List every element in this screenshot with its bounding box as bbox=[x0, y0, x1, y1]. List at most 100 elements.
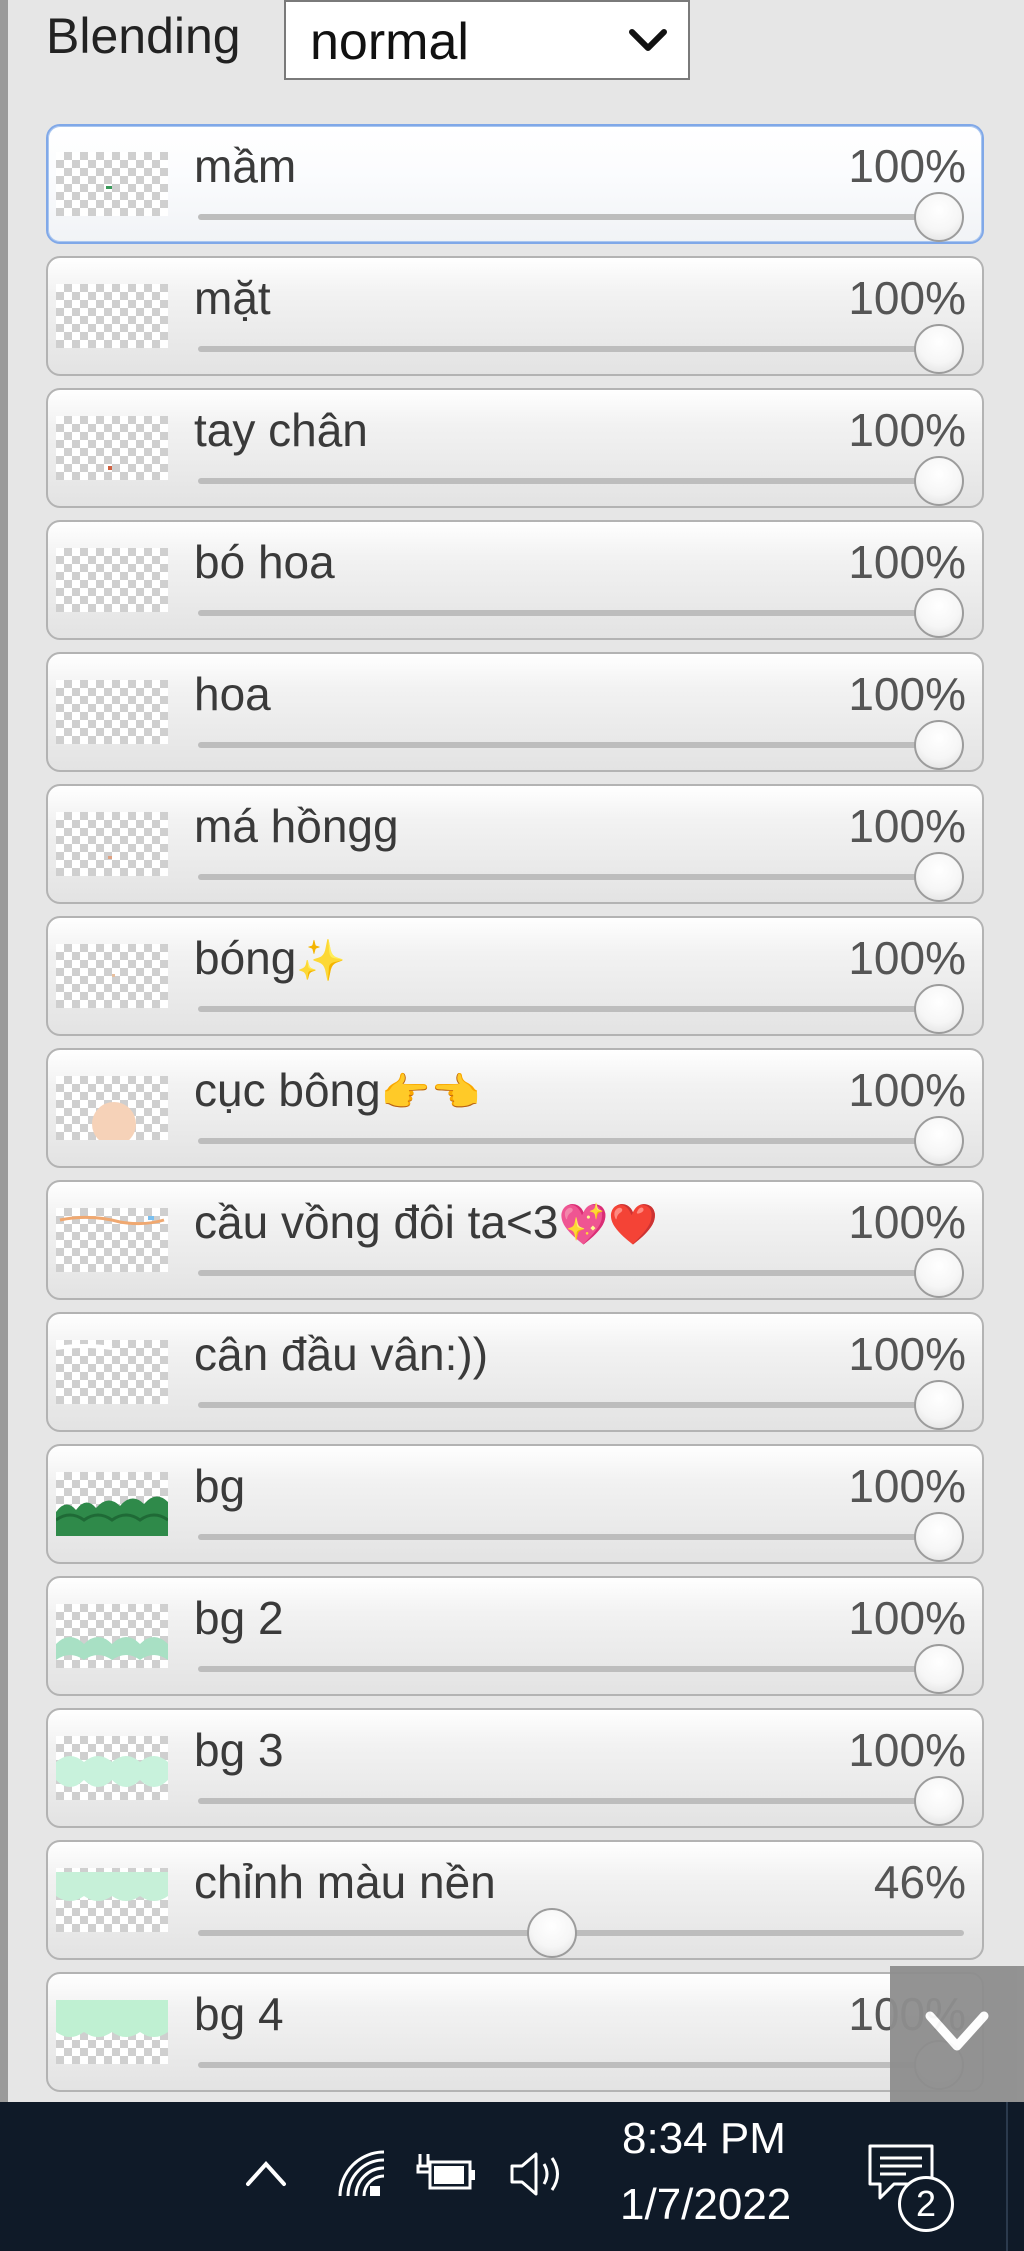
layer-name[interactable]: bg bbox=[194, 1460, 245, 1512]
layer-thumbnail[interactable] bbox=[56, 548, 168, 612]
layer-name-text: bg bbox=[194, 1460, 246, 1512]
layer-thumbnail[interactable] bbox=[56, 2000, 168, 2064]
opacity-slider-handle[interactable] bbox=[914, 984, 964, 1034]
taskbar: 8:34 PM 1/7/2022 2 bbox=[0, 2102, 1024, 2251]
blending-mode-select[interactable]: normal bbox=[284, 0, 690, 80]
opacity-slider-track[interactable] bbox=[198, 742, 964, 748]
layer-name[interactable]: mặt bbox=[194, 272, 271, 324]
layer-row[interactable]: cân đầu vân:)) 100% bbox=[46, 1312, 984, 1432]
layer-thumbnail[interactable] bbox=[56, 680, 168, 744]
show-desktop-divider[interactable] bbox=[1006, 2102, 1008, 2251]
notification-count-badge: 2 bbox=[898, 2176, 954, 2232]
layer-name-text: bg 3 bbox=[194, 1724, 284, 1776]
layer-name[interactable]: bóng✨ bbox=[194, 932, 346, 987]
layer-opacity-value: 100% bbox=[848, 404, 966, 456]
opacity-slider-track[interactable] bbox=[198, 1402, 964, 1408]
opacity-slider-track[interactable] bbox=[198, 1006, 964, 1012]
opacity-slider-track[interactable] bbox=[198, 1666, 964, 1672]
layer-name[interactable]: mầm bbox=[194, 140, 296, 192]
layer-thumbnail[interactable] bbox=[56, 944, 168, 1008]
layer-thumbnail[interactable] bbox=[56, 284, 168, 348]
layer-row[interactable]: bg 2 100% bbox=[46, 1576, 984, 1696]
layer-name[interactable]: bg 2 bbox=[194, 1592, 284, 1644]
layer-name[interactable]: chỉnh màu nền bbox=[194, 1856, 496, 1908]
opacity-slider-handle[interactable] bbox=[914, 1248, 964, 1298]
opacity-slider-track[interactable] bbox=[198, 1270, 964, 1276]
layer-thumbnail[interactable] bbox=[56, 1604, 168, 1668]
layer-name[interactable]: bg 3 bbox=[194, 1724, 284, 1776]
opacity-slider-handle[interactable] bbox=[914, 1380, 964, 1430]
opacity-slider-track[interactable] bbox=[198, 1534, 964, 1540]
opacity-slider-handle[interactable] bbox=[914, 1644, 964, 1694]
opacity-slider-handle[interactable] bbox=[914, 1512, 964, 1562]
layer-opacity-value: 100% bbox=[848, 1196, 966, 1248]
clock-date[interactable]: 1/7/2022 bbox=[620, 2180, 791, 2230]
chevron-up-icon[interactable] bbox=[244, 2154, 288, 2190]
layer-opacity-value: 100% bbox=[848, 536, 966, 588]
layer-thumbnail[interactable] bbox=[56, 416, 168, 480]
layer-row[interactable]: bg 4100% bbox=[46, 1972, 984, 2092]
opacity-slider-handle[interactable] bbox=[914, 456, 964, 506]
layer-thumbnail[interactable] bbox=[56, 1472, 168, 1536]
layer-thumbnail[interactable] bbox=[56, 1736, 168, 1800]
opacity-slider-track[interactable] bbox=[198, 1930, 964, 1936]
layer-row[interactable]: cầu vồng đôi ta<3💖❤️ 100% bbox=[46, 1180, 984, 1300]
layer-name[interactable]: má hồngg bbox=[194, 800, 399, 852]
layer-name[interactable]: cân đầu vân:)) bbox=[194, 1328, 488, 1380]
layer-row[interactable]: bó hoa 100% bbox=[46, 520, 984, 640]
opacity-slider-handle[interactable] bbox=[914, 852, 964, 902]
opacity-slider-track[interactable] bbox=[198, 874, 964, 880]
battery-icon[interactable] bbox=[416, 2148, 478, 2198]
layer-row[interactable]: mặt 100% bbox=[46, 256, 984, 376]
layer-name[interactable]: hoa bbox=[194, 668, 271, 720]
opacity-slider-handle[interactable] bbox=[914, 1776, 964, 1826]
layer-thumbnail[interactable] bbox=[56, 1340, 168, 1404]
layer-opacity-value: 100% bbox=[848, 1328, 966, 1380]
opacity-slider-handle[interactable] bbox=[914, 1116, 964, 1166]
layer-name-text: bó hoa bbox=[194, 536, 335, 588]
opacity-slider-track[interactable] bbox=[198, 1798, 964, 1804]
opacity-slider-track[interactable] bbox=[198, 346, 964, 352]
layer-name[interactable]: cục bông👉👈 bbox=[194, 1064, 480, 1119]
layer-name-emoji: ✨ bbox=[296, 939, 347, 983]
layer-name[interactable]: bó hoa bbox=[194, 536, 335, 588]
opacity-slider-handle[interactable] bbox=[527, 1908, 577, 1958]
opacity-slider-track[interactable] bbox=[198, 610, 964, 616]
clock-time[interactable]: 8:34 PM bbox=[622, 2114, 786, 2164]
opacity-slider-handle[interactable] bbox=[914, 720, 964, 770]
layer-opacity-value: 100% bbox=[848, 668, 966, 720]
layer-opacity-value: 100% bbox=[848, 272, 966, 324]
layer-name[interactable]: bg 4 bbox=[194, 1988, 284, 2040]
layer-row[interactable]: tay chân 100% bbox=[46, 388, 984, 508]
layer-row[interactable]: hoa 100% bbox=[46, 652, 984, 772]
opacity-slider-track[interactable] bbox=[198, 1138, 964, 1144]
layer-thumbnail[interactable] bbox=[56, 1208, 168, 1272]
layer-name[interactable]: cầu vồng đôi ta<3💖❤️ bbox=[194, 1196, 658, 1251]
layer-row[interactable]: cục bông👉👈 100% bbox=[46, 1048, 984, 1168]
layer-thumbnail[interactable] bbox=[56, 812, 168, 876]
opacity-slider-handle[interactable] bbox=[914, 588, 964, 638]
layer-row[interactable]: mầm 100% bbox=[46, 124, 984, 244]
chevron-down-icon bbox=[629, 29, 667, 51]
layer-thumbnail[interactable] bbox=[56, 1076, 168, 1140]
layer-name-emoji: 👉👈 bbox=[380, 1071, 481, 1115]
scroll-down-button[interactable] bbox=[890, 1966, 1024, 2102]
layer-name-text: bg 4 bbox=[194, 1988, 284, 2040]
layer-row[interactable]: bóng✨ 100% bbox=[46, 916, 984, 1036]
opacity-slider-track[interactable] bbox=[198, 2062, 964, 2068]
layer-row[interactable]: bg 3 100% bbox=[46, 1708, 984, 1828]
layer-thumbnail[interactable] bbox=[56, 1868, 168, 1932]
layer-opacity-value: 100% bbox=[848, 140, 966, 192]
layer-row[interactable]: bg 100% bbox=[46, 1444, 984, 1564]
opacity-slider-handle[interactable] bbox=[914, 192, 964, 242]
opacity-slider-track[interactable] bbox=[198, 478, 964, 484]
layer-row[interactable]: chỉnh màu nền 46% bbox=[46, 1840, 984, 1960]
opacity-slider-handle[interactable] bbox=[914, 324, 964, 374]
layer-name-text: bg 2 bbox=[194, 1592, 284, 1644]
layer-thumbnail[interactable] bbox=[56, 152, 168, 216]
layer-name[interactable]: tay chân bbox=[194, 404, 368, 456]
opacity-slider-track[interactable] bbox=[198, 214, 964, 220]
wifi-icon[interactable] bbox=[334, 2146, 390, 2202]
layer-row[interactable]: má hồngg 100% bbox=[46, 784, 984, 904]
volume-icon[interactable] bbox=[506, 2146, 568, 2202]
